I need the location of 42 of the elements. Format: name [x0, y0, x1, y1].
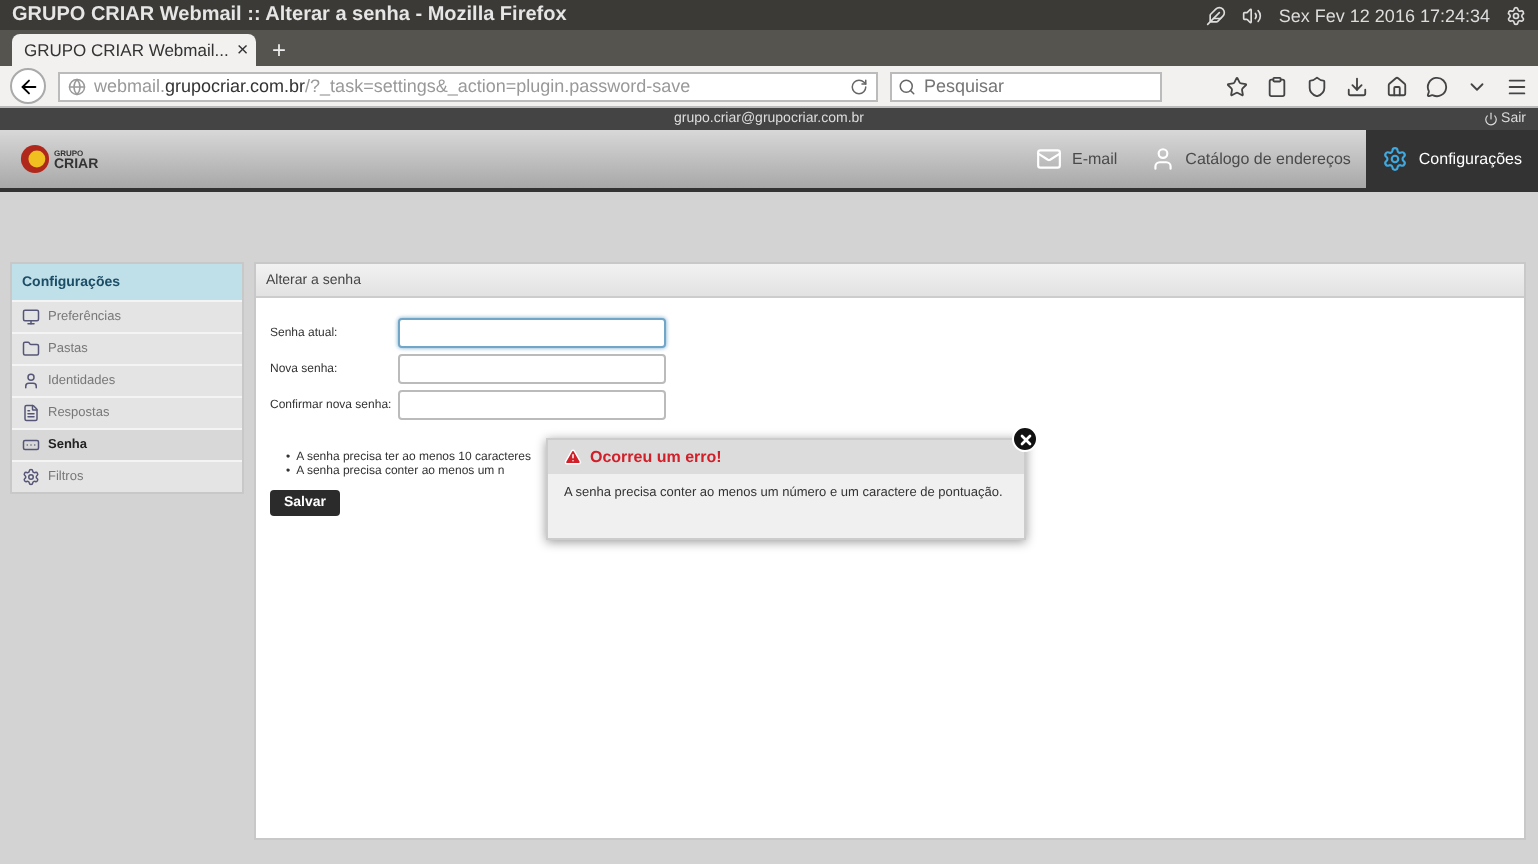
power-icon [1483, 112, 1498, 126]
password-field[interactable] [398, 354, 666, 384]
gear-icon [1382, 146, 1409, 172]
reload-icon[interactable] [850, 77, 868, 95]
menu-icon[interactable] [1506, 75, 1528, 97]
person-icon [22, 372, 40, 390]
folder-icon [22, 340, 40, 358]
home-icon[interactable] [1386, 75, 1408, 97]
tab-close-button[interactable]: × [236, 39, 253, 61]
password-field[interactable] [398, 318, 666, 348]
window-title: GRUPO CRIAR Webmail :: Alterar a senha - Mozilla Firefox [12, 4, 569, 26]
password-icon [22, 436, 40, 454]
browser-tab[interactable]: GRUPO CRIAR Webmail... × [12, 34, 256, 66]
close-icon [1017, 431, 1033, 447]
volume-icon[interactable] [1242, 5, 1263, 25]
back-button[interactable] [10, 68, 46, 104]
clock[interactable]: Sex Fev 12 2016 17:24:34 [1278, 5, 1490, 25]
envelope-icon [1036, 146, 1062, 172]
nav-tab[interactable]: Catálogo de endereços [1133, 130, 1367, 188]
download-icon[interactable] [1346, 75, 1368, 97]
nav-tab[interactable]: Configurações [1366, 130, 1538, 188]
dialog-title: Ocorreu um erro! [590, 448, 722, 466]
monitor-icon [22, 308, 40, 326]
chat-icon[interactable] [1426, 75, 1448, 97]
clipboard-icon[interactable] [1266, 75, 1288, 97]
back-arrow-icon [17, 75, 39, 97]
shield-icon[interactable] [1306, 75, 1328, 97]
document-icon [22, 404, 40, 422]
warning-icon [564, 448, 582, 466]
settings-icon[interactable] [1506, 5, 1526, 25]
tab-title: GRUPO CRIAR Webmail... [24, 40, 229, 60]
nav-tab[interactable]: E-mail [1020, 130, 1134, 188]
address-bar[interactable]: webmail.grupocriar.com.br/?_task=settings&_action=plugin.password-save [58, 71, 878, 101]
gear-icon [22, 468, 40, 486]
new-tab-button[interactable]: + [272, 34, 287, 66]
logo-icon [20, 144, 50, 174]
globe-icon [68, 77, 86, 95]
star-icon[interactable] [1226, 75, 1248, 97]
person-icon [1149, 146, 1176, 172]
password-field[interactable] [398, 390, 666, 420]
feather-icon[interactable] [1206, 5, 1227, 25]
search-field[interactable]: Pesquisar [890, 71, 1162, 101]
